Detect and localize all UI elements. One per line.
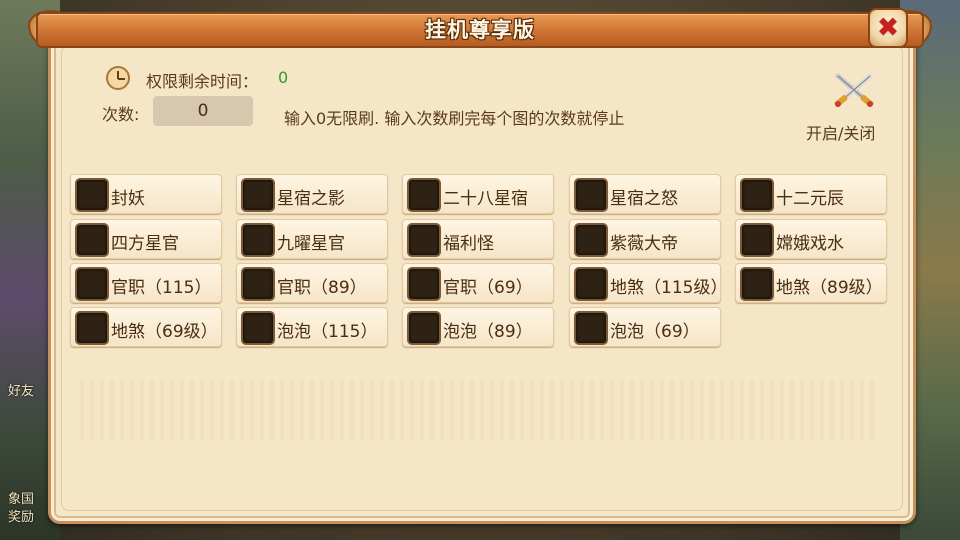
option-item[interactable]: 官职（115） — [70, 263, 222, 303]
option-label: 星宿之影 — [277, 189, 345, 209]
option-item[interactable]: 地煞（69级） — [70, 307, 222, 347]
option-label: 官职（115） — [111, 278, 212, 298]
option-item[interactable]: 二十八星宿 — [402, 174, 554, 214]
option-item[interactable]: 星宿之怒 — [569, 174, 721, 214]
option-checkbox[interactable] — [574, 311, 608, 345]
option-item[interactable]: 官职（69） — [402, 263, 554, 303]
option-item[interactable]: 嫦娥戏水 — [735, 219, 887, 259]
dialog-title: 挂机尊享版 — [425, 18, 535, 42]
option-checkbox[interactable] — [740, 223, 774, 257]
option-checkbox[interactable] — [75, 311, 109, 345]
close-x-icon: ✖ — [877, 13, 899, 43]
crossed-swords-icon[interactable] — [830, 70, 878, 110]
option-checkbox[interactable] — [241, 311, 275, 345]
option-item[interactable]: 泡泡（69） — [569, 307, 721, 347]
option-label: 九曜星官 — [277, 234, 345, 254]
background-reward-text: 奖励 — [8, 510, 35, 525]
option-checkbox[interactable] — [75, 178, 109, 212]
option-label: 星宿之怒 — [610, 189, 678, 209]
option-checkbox[interactable] — [574, 267, 608, 301]
option-checkbox[interactable] — [241, 178, 275, 212]
option-checkbox[interactable] — [75, 223, 109, 257]
option-label: 封妖 — [111, 189, 145, 209]
option-item[interactable]: 星宿之影 — [236, 174, 388, 214]
option-checkbox[interactable] — [740, 267, 774, 301]
option-label: 官职（89） — [277, 278, 367, 298]
option-item[interactable]: 紫薇大帝 — [569, 219, 721, 259]
count-label: 次数: — [102, 105, 140, 124]
option-label: 泡泡（89） — [443, 322, 533, 342]
option-item[interactable]: 四方星官 — [70, 219, 222, 259]
option-checkbox[interactable] — [574, 223, 608, 257]
count-input[interactable]: 0 — [153, 96, 253, 126]
option-checkbox[interactable] — [75, 267, 109, 301]
option-label: 泡泡（115） — [277, 322, 378, 342]
toggle-label[interactable]: 开启/关闭 — [806, 120, 875, 144]
time-remaining-value: 0 — [278, 68, 289, 87]
option-label: 地煞（115级） — [610, 278, 728, 298]
option-checkbox[interactable] — [407, 267, 441, 301]
option-label: 福利怪 — [443, 234, 494, 254]
option-item[interactable]: 地煞（89级） — [735, 263, 887, 303]
option-checkbox[interactable] — [407, 178, 441, 212]
option-checkbox[interactable] — [407, 223, 441, 257]
option-label: 地煞（69级） — [111, 322, 218, 342]
option-label: 紫薇大帝 — [610, 234, 678, 254]
time-remaining-label: 权限剩余时间： — [146, 72, 259, 91]
close-button[interactable]: ✖ — [868, 8, 908, 48]
clock-icon — [106, 66, 130, 90]
option-label: 泡泡（69） — [610, 322, 700, 342]
option-checkbox[interactable] — [407, 311, 441, 345]
option-checkbox[interactable] — [740, 178, 774, 212]
option-label: 二十八星宿 — [443, 189, 528, 209]
background-friends-text: 好友 — [8, 384, 35, 399]
option-item[interactable]: 地煞（115级） — [569, 263, 727, 303]
count-hint: 输入0无限刷. 输入次数刷完每个图的次数就停止 — [284, 109, 625, 128]
option-item[interactable]: 福利怪 — [402, 219, 554, 259]
option-item[interactable]: 泡泡（89） — [402, 307, 554, 347]
option-item[interactable]: 九曜星官 — [236, 219, 388, 259]
option-label: 十二元辰 — [776, 189, 844, 209]
option-item[interactable]: 十二元辰 — [735, 174, 887, 214]
panel-texture — [80, 380, 880, 440]
option-label: 嫦娥戏水 — [776, 234, 844, 254]
option-item[interactable]: 封妖 — [70, 174, 222, 214]
background-kingdom-text: 象国 — [8, 492, 35, 507]
option-item[interactable]: 官职（89） — [236, 263, 388, 303]
option-label: 官职（69） — [443, 278, 533, 298]
option-checkbox[interactable] — [574, 178, 608, 212]
option-checkbox[interactable] — [241, 267, 275, 301]
option-label: 四方星官 — [111, 234, 179, 254]
option-item[interactable]: 泡泡（115） — [236, 307, 388, 347]
option-checkbox[interactable] — [241, 223, 275, 257]
option-label: 地煞（89级） — [776, 278, 883, 298]
